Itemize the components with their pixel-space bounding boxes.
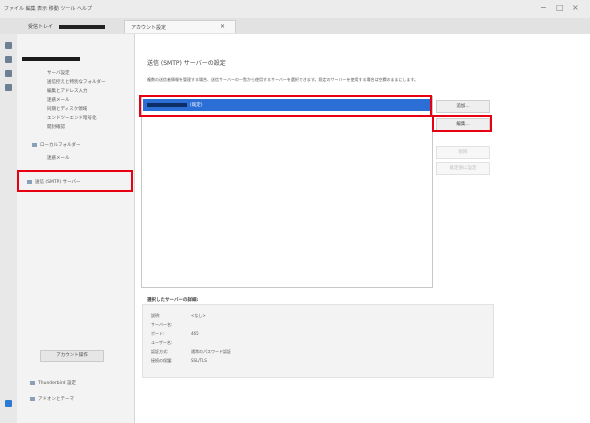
highlight-selected-server — [139, 95, 432, 117]
smtp-server-list[interactable] — [141, 96, 433, 288]
set-default-button[interactable]: 既定値に設定 — [436, 162, 490, 175]
tree-junk-settings[interactable]: 迷惑メール — [47, 97, 70, 103]
detail-description-label: 説明: — [151, 313, 161, 318]
calendar-icon[interactable] — [5, 70, 12, 77]
minimize-button[interactable]: − — [540, 3, 547, 12]
detail-port-label: ポート: — [151, 331, 165, 336]
redacted-account-name — [59, 24, 106, 29]
tree-local-folders[interactable]: ローカルフォルダー — [32, 142, 81, 148]
tree-sync-storage[interactable]: 同期とディスク領域 — [47, 106, 87, 112]
tasks-icon[interactable] — [5, 84, 12, 91]
detail-username-label: ユーザー名: — [151, 340, 173, 345]
detail-description-value: <なし> — [191, 313, 206, 318]
settings-icon[interactable] — [5, 400, 12, 407]
gear-icon — [30, 380, 35, 385]
tree-copies-folders[interactable]: 送信控えと特別なフォルダー — [47, 79, 106, 85]
tree-return-receipts[interactable]: 開封確認 — [47, 124, 65, 130]
addons-link-label: アドオンとテーマ — [38, 397, 74, 402]
tree-composition[interactable]: 編集とアドレス入力 — [47, 88, 88, 94]
settings-link-label: Thunderbird 設定 — [38, 381, 76, 386]
page-description: 複数の送信者情報を管理する場合、送信サーバーの一覧から使用するサーバーを選択でき… — [147, 77, 419, 82]
close-tab-icon[interactable]: × — [220, 23, 225, 30]
detail-port-value: 465 — [191, 331, 199, 336]
spaces-toolbar — [0, 34, 18, 423]
tree-e2e-encryption[interactable]: エンドツーエンド暗号化 — [47, 115, 97, 121]
settings-link[interactable]: Thunderbird 設定 — [30, 380, 76, 386]
tree-local-junk[interactable]: 迷惑メール — [47, 155, 70, 161]
inbox-tab-label: 受信トレイ — [28, 24, 54, 30]
mail-icon[interactable] — [5, 42, 12, 49]
addons-link[interactable]: アドオンとテーマ — [30, 396, 74, 402]
highlight-outgoing-server — [17, 170, 133, 192]
puzzle-icon — [30, 396, 35, 401]
detail-auth-value: 通常のパスワード認証 — [191, 349, 231, 354]
tree-server-settings[interactable]: サーバ設定 — [47, 70, 69, 76]
tab-inbox[interactable]: 受信トレイ — [22, 20, 122, 33]
detail-auth-label: 認証方式: — [151, 349, 169, 354]
detail-security-label: 接続の保護: — [151, 358, 173, 363]
remove-server-button[interactable]: 削除 — [436, 146, 490, 159]
tab-bar: 受信トレイ アカウント設定 × — [0, 18, 590, 35]
title-bar: ファイル 編集 表示 移動 ツール ヘルプ − □ × — [0, 0, 590, 18]
maximize-button[interactable]: □ — [556, 3, 564, 12]
add-server-button[interactable]: 追加... — [436, 100, 490, 113]
menu-bar[interactable]: ファイル 編集 表示 移動 ツール ヘルプ — [4, 5, 92, 12]
tab-account-settings[interactable]: アカウント設定 × — [124, 20, 236, 33]
highlight-edit-button — [432, 115, 492, 132]
account-settings-tab-label: アカウント設定 — [131, 25, 167, 31]
folder-icon — [32, 142, 37, 147]
redacted-account-tree-name[interactable] — [22, 57, 80, 61]
tree-local-folders-label: ローカルフォルダー — [40, 143, 81, 148]
detail-security-value: SSL/TLS — [191, 358, 207, 363]
detail-server-label: サーバー名: — [151, 322, 173, 327]
close-button[interactable]: × — [572, 3, 579, 12]
details-heading: 選択したサーバーの詳細: — [147, 298, 199, 303]
page-title: 送信 (SMTP) サーバーの設定 — [147, 60, 226, 67]
address-book-icon[interactable] — [5, 56, 12, 63]
account-actions-button[interactable]: アカウント操作 — [40, 350, 104, 362]
